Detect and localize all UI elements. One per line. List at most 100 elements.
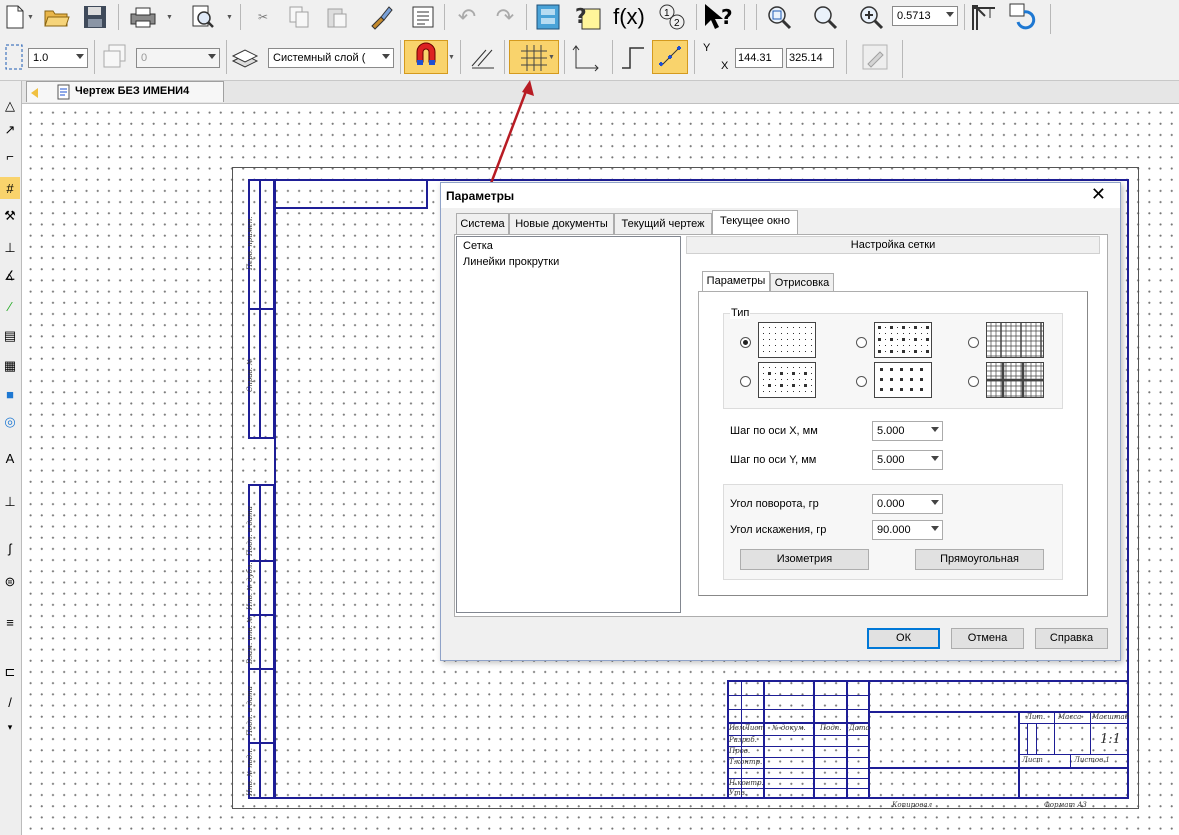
ortho-mode-icon[interactable] bbox=[618, 42, 648, 72]
function-fx-icon[interactable]: f(x) bbox=[611, 2, 647, 32]
grid-type-radio-3[interactable] bbox=[968, 337, 979, 348]
local-cs-icon[interactable] bbox=[570, 42, 600, 72]
grid-type-preview-4[interactable] bbox=[758, 362, 816, 398]
layer-icon[interactable] bbox=[230, 42, 260, 72]
zoom-combo[interactable]: 0.5713 bbox=[892, 6, 958, 26]
text-table-icon[interactable]: A bbox=[0, 447, 20, 469]
lines-icon[interactable]: ≡ bbox=[0, 611, 20, 633]
zoom-in-icon[interactable] bbox=[856, 2, 886, 32]
red-annotation-arrow bbox=[487, 80, 534, 189]
parametrization-icon[interactable]: ⊥ bbox=[0, 237, 20, 259]
step-x-combo[interactable]: 5.000 bbox=[872, 421, 943, 441]
grid-type-radio-1[interactable] bbox=[740, 337, 751, 348]
ok-button[interactable]: ОК bbox=[867, 628, 940, 649]
grid-type-preview-2[interactable] bbox=[874, 322, 932, 358]
spec-icon[interactable]: ▦ bbox=[0, 355, 20, 377]
panel-scroll-icon[interactable]: ▾ bbox=[0, 721, 20, 733]
zoom-out-icon[interactable] bbox=[810, 2, 840, 32]
grid-type-radio-4[interactable] bbox=[740, 376, 751, 387]
y-coordinate-field[interactable]: 325.14 bbox=[786, 48, 834, 68]
close-icon[interactable]: ✕ bbox=[1091, 184, 1106, 205]
save-icon[interactable] bbox=[80, 2, 110, 32]
chevron-down-icon[interactable]: ▼ bbox=[448, 54, 455, 61]
library-manager-icon[interactable] bbox=[533, 2, 563, 32]
numbering-icon[interactable]: 12 bbox=[657, 2, 687, 32]
chevron-down-icon[interactable]: ▼ bbox=[27, 14, 34, 21]
baseline-icon[interactable]: ⊥ bbox=[0, 491, 20, 513]
edit-hammer-icon[interactable]: ⚒ bbox=[0, 205, 20, 227]
rectangular-button[interactable]: Прямоугольная bbox=[915, 549, 1044, 570]
print-preview-icon[interactable] bbox=[188, 2, 218, 32]
measure-icon[interactable]: ∡ bbox=[0, 265, 20, 287]
cut-icon[interactable]: ✂ bbox=[248, 2, 278, 32]
grid-type-radio-6[interactable] bbox=[968, 376, 979, 387]
undo-icon[interactable]: ↶ bbox=[452, 2, 482, 32]
step-y-combo[interactable]: 5.000 bbox=[872, 450, 943, 470]
tab-new-documents[interactable]: Новые документы bbox=[509, 213, 614, 234]
scale-combo[interactable]: 1.0 bbox=[28, 48, 88, 68]
associative-views-icon[interactable]: ▤ bbox=[0, 325, 20, 347]
tree-item-scroll-rulers[interactable]: Линейки прокрутки bbox=[463, 256, 559, 268]
x-coordinate-field[interactable]: 144.31 bbox=[735, 48, 783, 68]
subtab-parameters[interactable]: Параметры bbox=[702, 271, 770, 293]
circle-hatch-icon[interactable]: ⊜ bbox=[0, 571, 20, 593]
document-tab[interactable]: Чертеж БЕЗ ИМЕНИ4 bbox=[26, 81, 224, 102]
tab-system[interactable]: Система bbox=[456, 213, 509, 234]
bracket-icon[interactable]: ⊏ bbox=[0, 661, 20, 683]
subtab-rendering[interactable]: Отрисовка bbox=[770, 273, 834, 293]
cancel-button[interactable]: Отмена bbox=[951, 628, 1024, 649]
grid-type-preview-3[interactable] bbox=[986, 322, 1044, 358]
crane-icon[interactable] bbox=[968, 2, 998, 32]
open-folder-icon[interactable] bbox=[42, 2, 72, 32]
tab-current-window[interactable]: Текущее окно bbox=[712, 210, 798, 235]
chevron-down-icon[interactable]: ▼ bbox=[166, 14, 173, 21]
dots-fine-grid-icon bbox=[763, 327, 812, 352]
skew-combo[interactable]: 90.000 bbox=[872, 520, 943, 540]
stamp-copied: Копировал bbox=[892, 801, 933, 809]
grid-type-radio-2[interactable] bbox=[856, 337, 867, 348]
geometry-icon[interactable]: △ bbox=[0, 95, 20, 117]
svg-text:2: 2 bbox=[674, 18, 680, 29]
strip-label-sign-date-2: Подп. и дата bbox=[246, 686, 254, 736]
selection-icon[interactable]: ⁄ bbox=[0, 295, 20, 317]
grid-type-radio-5[interactable] bbox=[856, 376, 867, 387]
line-style-combo[interactable]: 0 bbox=[136, 48, 220, 68]
format-painter-icon[interactable] bbox=[366, 2, 396, 32]
redo-icon[interactable]: ↷ bbox=[490, 2, 520, 32]
refresh-icon[interactable] bbox=[1008, 2, 1038, 32]
paste-icon[interactable] bbox=[322, 2, 352, 32]
library-icon[interactable]: ◎ bbox=[0, 411, 20, 433]
whats-this-icon[interactable]: ? bbox=[702, 2, 732, 32]
chevron-down-icon[interactable]: ▼ bbox=[548, 54, 555, 61]
print-icon[interactable] bbox=[128, 2, 158, 32]
notation-icon[interactable]: ⌐ bbox=[0, 145, 20, 167]
chevron-down-icon[interactable]: ▼ bbox=[226, 14, 233, 21]
grid-type-preview-5[interactable] bbox=[874, 362, 932, 398]
help-button[interactable]: Справка bbox=[1035, 628, 1108, 649]
layer-combo[interactable]: Системный слой ( bbox=[268, 48, 394, 68]
properties-list-icon[interactable] bbox=[408, 2, 438, 32]
arc-icon[interactable]: ʃ bbox=[0, 537, 20, 559]
grid-panel-icon[interactable]: # bbox=[0, 177, 20, 199]
diagonal-line-icon[interactable]: / bbox=[0, 691, 20, 713]
snap-magnet-button[interactable] bbox=[404, 40, 448, 74]
help-sheet-icon[interactable]: ? bbox=[573, 2, 603, 32]
select-frame-icon[interactable] bbox=[0, 42, 30, 72]
rotation-combo[interactable]: 0.000 bbox=[872, 494, 943, 514]
snap-points-button[interactable] bbox=[652, 40, 688, 74]
copy-icon[interactable] bbox=[284, 2, 314, 32]
tree-item-grid[interactable]: Сетка bbox=[463, 240, 493, 252]
pen-tool-icon[interactable] bbox=[860, 42, 890, 72]
grid-type-preview-1[interactable] bbox=[758, 322, 816, 358]
zoom-window-icon[interactable] bbox=[764, 2, 794, 32]
reports-icon[interactable]: ■ bbox=[0, 383, 20, 405]
tab-current-drawing[interactable]: Текущий чертеж bbox=[614, 213, 712, 234]
grid-type-preview-6[interactable] bbox=[986, 362, 1044, 398]
parallel-lines-icon[interactable] bbox=[468, 42, 498, 72]
isometry-button[interactable]: Изометрия bbox=[740, 549, 869, 570]
stamp-date: Дата bbox=[849, 724, 870, 732]
dimensions-icon[interactable]: ↗ bbox=[0, 119, 20, 141]
stamp-format: Формат A3 bbox=[1044, 801, 1087, 809]
new-document-icon[interactable] bbox=[0, 2, 30, 32]
layers-copy-icon[interactable] bbox=[100, 42, 130, 72]
